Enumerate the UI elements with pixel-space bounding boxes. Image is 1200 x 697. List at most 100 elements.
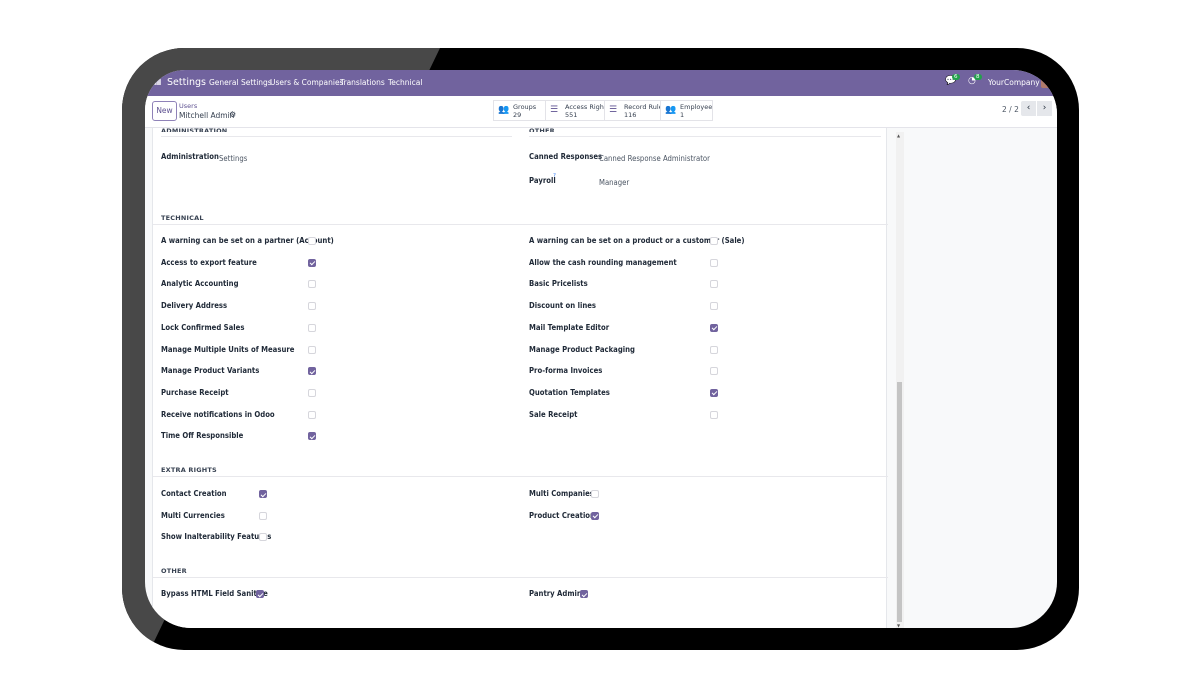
checkbox-label: Contact Creation bbox=[161, 489, 227, 498]
checkbox-label: Multi Currencies bbox=[161, 510, 225, 520]
scrollbar-thumb[interactable] bbox=[897, 382, 902, 622]
form-sheet: ADMINISTRATION OTHER Administration Sett… bbox=[152, 127, 888, 628]
checkbox-checked[interactable] bbox=[308, 432, 316, 441]
company-switcher[interactable]: YourCompany bbox=[988, 78, 1040, 87]
menu-technical[interactable]: Technical bbox=[388, 78, 422, 87]
section-header-technical: TECHNICAL bbox=[161, 214, 204, 222]
checkbox-checked[interactable] bbox=[580, 590, 588, 598]
screen: ▦ Settings General Settings Users & Comp… bbox=[145, 70, 1057, 628]
record-name: Mitchell Admin bbox=[179, 111, 235, 120]
checkbox-label: Allow the cash rounding management bbox=[529, 257, 677, 267]
checkbox-label: Access to export feature bbox=[161, 257, 257, 267]
checkbox-label: Product Creation bbox=[529, 510, 595, 520]
checkbox-unchecked[interactable] bbox=[591, 490, 599, 498]
checkbox-checked[interactable] bbox=[710, 388, 718, 397]
checkbox-unchecked[interactable] bbox=[710, 280, 718, 289]
checkbox-label: Discount on lines bbox=[529, 301, 597, 311]
checkbox-unchecked[interactable] bbox=[308, 323, 316, 332]
pager-next-button[interactable]: › bbox=[1037, 101, 1052, 116]
checkbox-label: Delivery Address bbox=[161, 301, 228, 311]
checkbox-label: Lock Confirmed Sales bbox=[161, 322, 245, 332]
checkbox-label: Purchase Receipt bbox=[161, 387, 229, 397]
checkbox-unchecked[interactable] bbox=[710, 410, 718, 419]
field-label-administration: Administration bbox=[161, 152, 219, 161]
checkbox-unchecked[interactable] bbox=[710, 367, 718, 376]
section-header-other: OTHER bbox=[161, 567, 187, 575]
checkbox-checked[interactable] bbox=[308, 367, 316, 376]
checkbox-unchecked[interactable] bbox=[308, 410, 316, 419]
checkbox-label: Pro-forma Invoices bbox=[529, 366, 603, 376]
list-icon: ☰ bbox=[550, 105, 559, 115]
divider bbox=[153, 577, 888, 578]
stat-groups[interactable]: 👥 Groups 29 bbox=[493, 100, 546, 121]
checkbox-checked[interactable] bbox=[591, 511, 599, 520]
scroll-down-arrow[interactable]: ▼ bbox=[897, 623, 900, 628]
pager-value[interactable]: 2 / 2 bbox=[1002, 105, 1019, 114]
divider bbox=[529, 136, 881, 137]
menu-general-settings[interactable]: General Settings bbox=[209, 78, 272, 87]
checkbox-checked[interactable] bbox=[259, 490, 267, 498]
checkbox-unchecked[interactable] bbox=[710, 237, 718, 245]
stat-value: 116 bbox=[624, 111, 637, 119]
stat-value: 1 bbox=[680, 111, 685, 119]
menu-users-companies[interactable]: Users & Companies bbox=[270, 78, 343, 87]
gear-icon[interactable]: ⚙ bbox=[229, 110, 236, 119]
stat-record-rules[interactable]: ☰ Record Rules 116 bbox=[604, 100, 666, 121]
checkbox-checked[interactable] bbox=[710, 323, 718, 332]
checkbox-unchecked[interactable] bbox=[308, 345, 316, 354]
messages-badge: 6 bbox=[952, 74, 960, 80]
checkbox-checked[interactable] bbox=[308, 258, 316, 267]
divider bbox=[153, 224, 888, 225]
checkbox-label: Manage Product Variants bbox=[161, 366, 260, 376]
app-title[interactable]: Settings bbox=[167, 77, 206, 88]
pager-previous-button[interactable]: ‹ bbox=[1021, 101, 1036, 116]
field-label-canned-responses: Canned Responses bbox=[529, 152, 603, 161]
checkbox-checked[interactable] bbox=[256, 590, 264, 598]
stat-value: 551 bbox=[565, 111, 578, 119]
checkbox-label: Receive notifications in Odoo bbox=[161, 409, 275, 419]
checkbox-label: Mail Template Editor bbox=[529, 322, 610, 332]
stat-value: 29 bbox=[513, 111, 522, 119]
checkbox-label: Sale Receipt bbox=[529, 409, 578, 419]
users-icon: 👥 bbox=[498, 105, 510, 115]
checkbox-unchecked[interactable] bbox=[710, 345, 718, 354]
checkbox-unchecked[interactable] bbox=[259, 533, 267, 542]
divider bbox=[161, 136, 512, 137]
checkbox-unchecked[interactable] bbox=[259, 511, 267, 520]
checkbox-label: Quotation Templates bbox=[529, 387, 610, 397]
apps-menu-icon[interactable]: ▦ bbox=[154, 77, 162, 86]
scrollbar[interactable]: ▲ ▼ bbox=[896, 132, 904, 628]
new-button[interactable]: New bbox=[152, 101, 177, 121]
checkbox-unchecked[interactable] bbox=[710, 302, 718, 311]
field-value-payroll[interactable]: Manager bbox=[599, 178, 629, 187]
section-header-extra-rights: EXTRA RIGHTS bbox=[161, 466, 217, 474]
checkbox-label: Show Inalterability Features bbox=[161, 532, 272, 542]
checkbox-label: Multi Companies bbox=[529, 489, 594, 498]
checkbox-unchecked[interactable] bbox=[710, 258, 718, 267]
stat-label: Groups bbox=[513, 103, 537, 111]
stat-employee[interactable]: 👥 Employee 1 bbox=[660, 100, 713, 121]
checkbox-unchecked[interactable] bbox=[308, 388, 316, 397]
menu-translations[interactable]: Translations bbox=[340, 78, 385, 87]
checkbox-unchecked[interactable] bbox=[308, 237, 316, 245]
checkbox-label: Manage Multiple Units of Measure bbox=[161, 344, 295, 354]
checkbox-label: Bypass HTML Field Sanitize bbox=[161, 589, 268, 598]
help-tooltip-icon[interactable]: ? bbox=[553, 173, 556, 179]
section-header-administration: ADMINISTRATION bbox=[161, 127, 228, 132]
activity-badge: 8 bbox=[974, 74, 982, 80]
checkbox-unchecked[interactable] bbox=[308, 280, 316, 289]
field-label-payroll: Payroll bbox=[529, 176, 556, 185]
checkbox-label: Pantry Admin bbox=[529, 589, 582, 598]
stat-access-rights[interactable]: ☰ Access Rights 551 bbox=[545, 100, 610, 121]
breadcrumb-users[interactable]: Users bbox=[179, 102, 197, 110]
scroll-up-arrow[interactable]: ▲ bbox=[897, 133, 900, 138]
user-avatar[interactable] bbox=[1041, 77, 1051, 88]
stat-label: Employee bbox=[680, 103, 713, 111]
checkbox-label: Analytic Accounting bbox=[161, 279, 239, 289]
checkbox-label: Time Off Responsible bbox=[161, 431, 244, 441]
field-value-administration[interactable]: Settings bbox=[219, 154, 247, 163]
users-icon: 👥 bbox=[665, 105, 677, 115]
field-value-canned-responses[interactable]: Canned Response Administrator bbox=[599, 154, 710, 163]
checkbox-unchecked[interactable] bbox=[308, 302, 316, 311]
checkbox-label: Manage Product Packaging bbox=[529, 344, 635, 354]
